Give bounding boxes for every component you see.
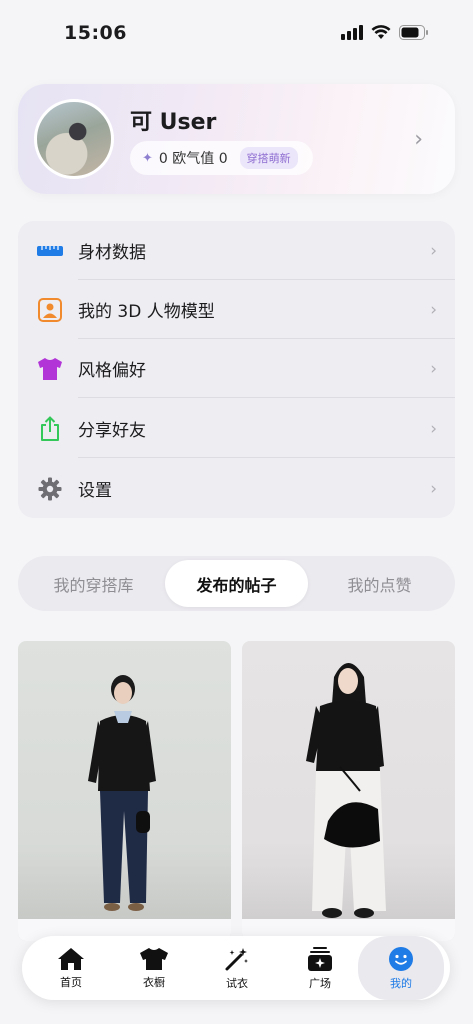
menu-label: 风格偏好: [78, 361, 146, 381]
settings-menu: 身材数据 › 我的 3D 人物模型 › 风格偏好 › 分享好友 › 设置 ›: [18, 221, 455, 518]
tab-label: 我的: [390, 976, 412, 990]
chevron-right-icon: ›: [430, 418, 437, 439]
magic-wand-icon: [225, 947, 248, 970]
tab-home[interactable]: 首页: [28, 936, 114, 1000]
bottom-tab-bar: 首页 衣橱 试衣 广场 我的: [22, 936, 450, 1000]
oq-pill[interactable]: ✦ 0 欧气值 0 穿搭萌新: [130, 141, 313, 175]
person-scan-icon: [35, 295, 65, 325]
chevron-right-icon: ›: [430, 299, 437, 320]
plaza-icon: [308, 946, 332, 971]
battery-icon: [399, 24, 429, 40]
ruler-icon: [35, 236, 65, 266]
post-card[interactable]: [242, 641, 455, 941]
content-tabs: 我的穿搭库 发布的帖子 我的点赞: [18, 556, 455, 611]
tab-my-outfits[interactable]: 我的穿搭库: [22, 560, 165, 607]
home-icon: [58, 947, 84, 970]
tab-label: 首页: [60, 975, 82, 989]
tab-me[interactable]: 我的: [358, 936, 444, 1000]
menu-item-settings[interactable]: 设置 ›: [18, 459, 455, 518]
share-icon: [35, 414, 65, 444]
profile-card[interactable]: 可 User ✦ 0 欧气值 0 穿搭萌新 ›: [18, 84, 455, 194]
tshirt-icon: [35, 354, 65, 384]
menu-label: 我的 3D 人物模型: [78, 302, 215, 322]
level-badge: 穿搭萌新: [239, 147, 298, 169]
status-time: 15:06: [64, 22, 127, 44]
menu-label: 设置: [78, 481, 112, 501]
wardrobe-shirt-icon: [140, 947, 168, 970]
oq-value: 0 欧气值 0: [158, 151, 228, 167]
menu-item-body-data[interactable]: 身材数据 ›: [18, 221, 455, 280]
chevron-right-icon: ›: [414, 127, 423, 152]
chevron-right-icon: ›: [430, 358, 437, 379]
tab-try-on[interactable]: 试衣: [194, 936, 280, 1000]
menu-item-3d-model[interactable]: 我的 3D 人物模型 ›: [18, 280, 455, 339]
chevron-right-icon: ›: [430, 478, 437, 499]
cellular-signal-icon: [341, 24, 363, 40]
tab-likes[interactable]: 我的点赞: [308, 560, 451, 607]
status-icons: [341, 24, 429, 40]
sparkle-icon: ✦: [142, 150, 153, 166]
post-card[interactable]: [18, 641, 231, 941]
tab-label: 试衣: [226, 976, 248, 990]
menu-item-share[interactable]: 分享好友 ›: [18, 399, 455, 458]
status-bar: 15:06: [0, 0, 473, 64]
chevron-right-icon: ›: [430, 240, 437, 261]
divider: [78, 457, 455, 458]
tab-label: 衣橱: [143, 975, 165, 989]
post-image: [306, 663, 386, 918]
wifi-icon: [371, 24, 391, 40]
smiley-icon: [389, 946, 413, 971]
tab-posts[interactable]: 发布的帖子: [165, 560, 308, 607]
gear-icon: [35, 474, 65, 504]
divider: [78, 397, 455, 398]
menu-label: 分享好友: [78, 421, 146, 441]
post-image: [88, 675, 156, 911]
menu-label: 身材数据: [78, 243, 146, 263]
avatar[interactable]: [34, 99, 114, 179]
tab-plaza[interactable]: 广场: [277, 936, 363, 1000]
profile-name: 可 User: [130, 110, 217, 135]
tab-label: 广场: [309, 976, 331, 990]
tab-wardrobe[interactable]: 衣橱: [111, 936, 197, 1000]
menu-item-style-preference[interactable]: 风格偏好 ›: [18, 339, 455, 398]
